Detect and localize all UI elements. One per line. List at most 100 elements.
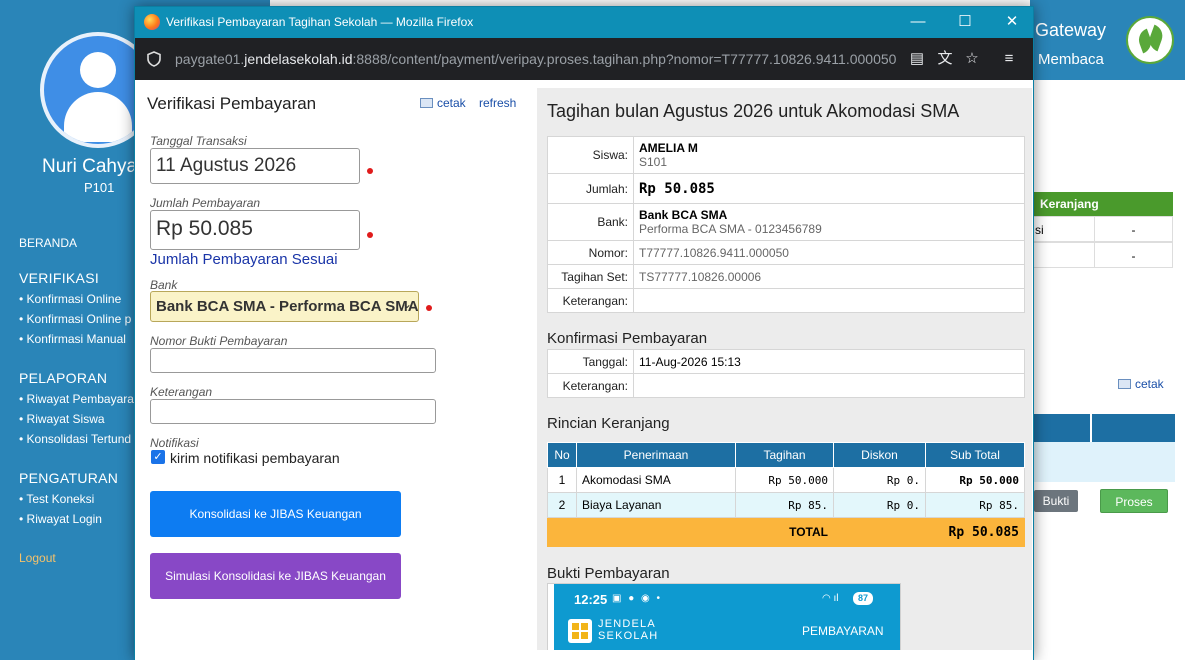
shield-icon[interactable]	[147, 51, 161, 67]
konfirmasi-tanggal-label: Tanggal:	[547, 349, 634, 374]
sidebar-item-riwayat-siswa[interactable]: • Riwayat Siswa	[19, 412, 105, 426]
brand-line: JENDELA	[598, 618, 656, 630]
keterangan-value	[633, 288, 1025, 313]
total-label: TOTAL	[547, 517, 834, 547]
konfirmasi-tanggal-value: 11-Aug-2026 15:13	[633, 349, 1025, 374]
jumlah-value: Rp 50.085	[633, 173, 1025, 204]
col-header: Diskon	[833, 442, 926, 468]
jumlah-label: Jumlah Pembayaran	[150, 196, 261, 210]
bank-selected-value: Bank BCA SMA - Performa BCA SMA - 012345…	[156, 298, 418, 315]
sidebar-item-beranda[interactable]: BERANDA	[19, 236, 77, 250]
sidebar-item-konfirmasi-manual[interactable]: • Konfirmasi Manual	[19, 332, 126, 346]
col-header: Sub Total	[925, 442, 1025, 468]
proses-button[interactable]: Proses	[1100, 489, 1168, 513]
minimize-icon[interactable]: —	[903, 11, 933, 33]
keranjang-title: Rincian Keranjang	[547, 415, 670, 432]
col-header: Tagihan	[735, 442, 834, 468]
siswa-id: S101	[639, 155, 668, 169]
cell-diskon: Rp 0.	[833, 467, 926, 493]
cetak-link[interactable]: cetak	[420, 96, 466, 110]
logout-link[interactable]: Logout	[19, 551, 56, 565]
simulasi-konsolidasi-button[interactable]: Simulasi Konsolidasi ke JIBAS Keuangan	[150, 553, 401, 599]
keranjang-table: No Penerimaan Tagihan Diskon Sub Total 1…	[547, 442, 1025, 547]
cell-subtotal: Rp 50.000	[925, 467, 1025, 493]
sidebar-item-konfirmasi-online[interactable]: • Konfirmasi Online	[19, 292, 121, 306]
printer-icon	[420, 98, 433, 108]
notifikasi-label: Notifikasi	[150, 436, 199, 450]
cart-panel-label: si	[1030, 216, 1095, 242]
invoice-detail-table: Siswa: AMELIA M S101 Jumlah: Rp 50.085 Ba…	[547, 136, 1025, 313]
sidebar-item-konfirmasi-online-p[interactable]: • Konfirmasi Online p	[19, 312, 131, 326]
window-titlebar: Verifikasi Pembayaran Tagihan Sekolah — …	[135, 7, 1033, 38]
bank-select[interactable]: Bank BCA SMA - Performa BCA SMA - 012345…	[150, 291, 419, 322]
sidebar-item-riwayat-pembayaran[interactable]: • Riwayat Pembayara	[19, 392, 134, 406]
konsolidasi-button[interactable]: Konsolidasi ke JIBAS Keuangan	[150, 491, 401, 537]
background-table-row	[1030, 442, 1175, 482]
phone-screen-label: PEMBAYARAN	[802, 624, 884, 638]
bank-detail: Performa BCA SMA - 0123456789	[639, 222, 822, 236]
topbar-title: Gateway	[1035, 20, 1107, 40]
refresh-link[interactable]: refresh	[479, 96, 516, 110]
tagihan-set-value: TS77777.10826.00006	[633, 264, 1025, 289]
required-indicator	[367, 168, 373, 174]
cetak-label: cetak	[437, 96, 466, 110]
url-prefix: paygate01.	[175, 51, 245, 67]
bukti-image[interactable]: 12:25 ▣ ● ◉ • ◠ ıl 87 JENDELA SEKOLAH PEM…	[547, 583, 901, 650]
user-id: P101	[84, 180, 115, 195]
firefox-popup-window: Verifikasi Pembayaran Tagihan Sekolah — …	[134, 6, 1034, 660]
phone-brand: JENDELA SEKOLAH	[598, 618, 658, 642]
cart-panel-value: -	[1094, 242, 1173, 268]
table-row: 2 Biaya Layanan Rp 85. Rp 0. Rp 85.	[547, 492, 1025, 518]
cetak-label: cetak	[1135, 377, 1164, 391]
jumlah-input[interactable]: Rp 50.085	[150, 210, 360, 250]
form-title: Verifikasi Pembayaran	[147, 94, 317, 113]
bukti-button[interactable]: Bukti	[1034, 490, 1078, 512]
reader-view-icon[interactable]: ▤	[907, 49, 927, 69]
printer-icon	[1118, 379, 1131, 389]
sidebar-item-konsolidasi[interactable]: • Konsolidasi Tertund	[19, 432, 131, 446]
user-name: Nuri Cahya	[42, 156, 138, 177]
notifikasi-checkbox[interactable]: ✓	[151, 450, 165, 464]
background-cetak-link[interactable]: cetak	[1118, 377, 1164, 391]
maximize-icon[interactable]: ☐	[950, 11, 980, 33]
phone-status-icons: ▣ ● ◉ •	[612, 593, 663, 604]
firefox-icon	[144, 14, 160, 30]
cell-diskon: Rp 0.	[833, 492, 926, 518]
cell-penerimaan: Akomodasi SMA	[576, 467, 736, 493]
bank-label: Bank	[150, 278, 178, 292]
background-topbar: Gateway Membaca	[1030, 0, 1185, 80]
menu-icon[interactable]: ≡	[999, 49, 1019, 69]
signal-icon: ◠ ıl	[822, 593, 839, 604]
cell-tagihan: Rp 85.	[735, 492, 834, 518]
cart-panel-header: Keranjang	[1030, 192, 1173, 216]
translate-icon[interactable]: 文	[935, 49, 955, 69]
notifikasi-checkbox-label[interactable]: kirim notifikasi pembayaran	[170, 450, 340, 466]
url-bar[interactable]: paygate01.jendelasekolah.id:8888/content…	[135, 38, 1033, 80]
cell-no: 1	[547, 467, 577, 493]
total-row: TOTAL Rp 50.085	[547, 517, 1025, 547]
col-header: Penerimaan	[576, 442, 736, 468]
bukti-title: Bukti Pembayaran	[547, 565, 670, 582]
konfirmasi-keterangan-value	[633, 373, 1025, 398]
required-indicator	[426, 305, 432, 311]
leaf-logo-icon	[1126, 16, 1174, 64]
topbar-subtitle: Membaca	[1038, 51, 1104, 68]
siswa-name: AMELIA M	[639, 141, 698, 155]
close-icon[interactable]: ✕	[997, 11, 1027, 33]
keterangan-label: Keterangan:	[547, 288, 634, 313]
sidebar-item-riwayat-login[interactable]: • Riwayat Login	[19, 512, 102, 526]
bank-label: Bank:	[547, 203, 634, 241]
bookmark-star-icon[interactable]: ☆	[962, 49, 982, 69]
nomor-label: Nomor:	[547, 240, 634, 265]
cart-panel-label	[1030, 242, 1095, 268]
cell-subtotal: Rp 85.	[925, 492, 1025, 518]
tanggal-label: Tanggal Transaksi	[150, 134, 247, 148]
chevron-down-icon: ⌄	[401, 297, 412, 311]
konfirmasi-table: Tanggal: 11-Aug-2026 15:13 Keterangan:	[547, 349, 1025, 398]
jumlah-label: Jumlah:	[547, 173, 634, 204]
tanggal-input[interactable]: 11 Agustus 2026	[150, 148, 360, 184]
url-text[interactable]: paygate01.jendelasekolah.id:8888/content…	[175, 51, 896, 67]
keterangan-input[interactable]	[150, 399, 436, 424]
nomor-bukti-input[interactable]	[150, 348, 436, 373]
sidebar-item-test-koneksi[interactable]: • Test Koneksi	[19, 492, 94, 506]
